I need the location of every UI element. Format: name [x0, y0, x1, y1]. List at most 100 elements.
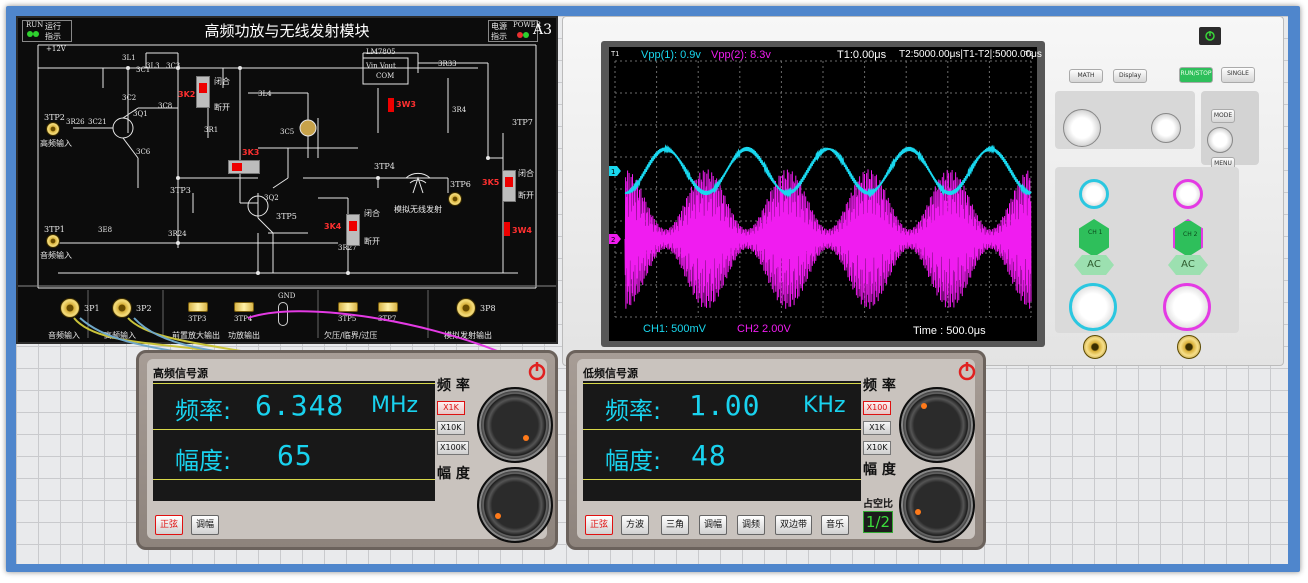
lf-sine-button[interactable]: 正弦 [585, 515, 614, 535]
mode-button[interactable]: MODE [1211, 109, 1235, 123]
math-button[interactable]: MATH [1069, 69, 1103, 83]
display-button[interactable]: Display [1113, 69, 1147, 83]
lf-duty-caption: 占空比 [863, 499, 893, 510]
trigger-level-knob[interactable] [1207, 127, 1233, 153]
component-label: 3C6 [136, 148, 151, 156]
component-label: 3Q2 [264, 194, 279, 202]
bottom-label: 欠压/临界/过压 [324, 331, 378, 340]
potentiometer-3w4[interactable] [504, 222, 510, 236]
tp-label: 3TP7 [512, 118, 533, 127]
ch2-scale-knob[interactable] [1163, 283, 1211, 331]
bottom-label: 前置放大输出 [172, 331, 220, 340]
component-label: 3Q1 [133, 110, 148, 118]
t2-readout: T2:5000.00μs|T1-T2|:5000.00μs [899, 49, 1042, 60]
component-label: 3L1 [122, 54, 136, 62]
ch1-bnc-connector[interactable] [1083, 335, 1107, 359]
scope-bezel: 12 Vpp(1): 0.9v Vpp(2): 8.3v T1:0.00μs T… [601, 41, 1045, 347]
component-label: 3C5 [280, 128, 295, 136]
power-icon [1205, 31, 1215, 41]
bottom-tp-label: 3TP3 [188, 315, 207, 323]
hf-generator-title: 高频信号源 [153, 367, 208, 380]
lf-fm-button[interactable]: 调频 [737, 515, 766, 535]
pad-3tp7[interactable] [378, 302, 398, 312]
potentiometer-3w3[interactable] [388, 98, 394, 112]
hf-am-button[interactable]: 调幅 [191, 515, 220, 535]
lf-display: 频率: 1.00 KHz 幅度: 48 [583, 381, 861, 501]
switch-3k3[interactable] [228, 160, 260, 174]
ch2-position-knob[interactable] [1173, 179, 1203, 209]
lf-amp-label: 幅度: [605, 447, 662, 475]
lf-duty-button[interactable]: 1/2 [863, 511, 893, 533]
pad-3tp5[interactable] [338, 302, 358, 312]
lf-multiplier-x10k[interactable]: X10K [863, 441, 891, 455]
regulator-com: COM [376, 72, 395, 80]
display-divider [583, 479, 861, 480]
hf-generator-face: 高频信号源 频率: 6.348 MHz 幅度: 65 频 率 幅 度 X1K X… [147, 359, 553, 543]
lf-multiplier-x100[interactable]: X100 [863, 401, 891, 415]
hf-power-icon[interactable] [527, 361, 547, 381]
ch2-vpp: Vpp(2): 8.3v [711, 49, 771, 61]
hf-sine-button[interactable]: 正弦 [155, 515, 184, 535]
lf-freq-value: 1.00 [689, 389, 761, 422]
close-label: 闭合 [518, 169, 534, 178]
lf-frequency-knob[interactable] [899, 387, 975, 463]
scope-screen: 12 Vpp(1): 0.9v Vpp(2): 8.3v T1:0.00μs T… [609, 47, 1042, 341]
jack-3p8[interactable] [456, 298, 476, 318]
jack-3p1[interactable] [60, 298, 80, 318]
power-button[interactable] [1199, 27, 1221, 45]
ch2-bnc-connector[interactable] [1177, 335, 1201, 359]
hf-display: 频率: 6.348 MHz 幅度: 65 [153, 381, 435, 501]
supply-label: +12V [46, 45, 66, 53]
hf-frequency-knob[interactable] [477, 387, 553, 463]
ch1-badge: CH 1 [1088, 229, 1103, 236]
t2-marker: T2 [1025, 51, 1034, 58]
bottom-tp-label: 3TP4 [234, 315, 253, 323]
pad-3tp3[interactable] [188, 302, 208, 312]
hf-multiplier-x10k[interactable]: X10K [437, 421, 465, 435]
hf-freq-label: 频率: [175, 397, 232, 425]
ch1-scale-knob[interactable] [1069, 283, 1117, 331]
switch-3k2[interactable] [196, 76, 210, 108]
display-divider [153, 479, 435, 480]
lf-triangle-button[interactable]: 三角 [661, 515, 690, 535]
lf-am-button[interactable]: 调幅 [699, 515, 728, 535]
run-stop-button[interactable]: RUN/STOP [1179, 67, 1213, 83]
jack-3p2[interactable] [112, 298, 132, 318]
lf-dsb-button[interactable]: 双边带 [775, 515, 813, 535]
lf-signal-generator: 低频信号源 频率: 1.00 KHz 幅度: 48 频 率 幅 度 占空比 X1… [566, 350, 986, 550]
switch-label: 3K4 [324, 222, 342, 231]
bottom-tp-label: 3TP7 [378, 315, 397, 323]
bottom-label: 功放输出 [228, 331, 260, 340]
antenna-jack[interactable] [448, 192, 462, 206]
ch1-coupling-button[interactable]: AC [1074, 255, 1114, 275]
bottom-tp-label: 3TP5 [338, 315, 357, 323]
hf-multiplier-x100k[interactable]: X100K [437, 441, 469, 455]
lf-multiplier-x1k[interactable]: X1K [863, 421, 891, 435]
lf-square-button[interactable]: 方波 [621, 515, 650, 535]
hf-amplitude-knob[interactable] [477, 467, 553, 543]
horizontal-scale-knob[interactable] [1151, 113, 1181, 143]
lf-music-button[interactable]: 音乐 [821, 515, 850, 535]
hf-freq-unit: MHz [371, 393, 419, 418]
hf-multiplier-x1k[interactable]: X1K [437, 401, 465, 415]
switch-label: 3K2 [178, 90, 196, 99]
switch-3k4[interactable] [346, 214, 360, 246]
horizontal-position-knob[interactable] [1063, 109, 1101, 147]
bottom-label: 音频输入 [48, 331, 80, 340]
ch1-position-knob[interactable] [1079, 179, 1109, 209]
trigger-panel [1201, 91, 1259, 165]
component-label: 3L3 [146, 62, 160, 70]
lf-power-icon[interactable] [957, 361, 977, 381]
switch-3k5[interactable] [502, 170, 516, 202]
input-jack-3p1[interactable] [46, 234, 60, 248]
switch-label: 3K3 [242, 148, 260, 157]
ch2-coupling-button[interactable]: AC [1168, 255, 1208, 275]
gnd-post[interactable] [278, 302, 288, 326]
tp-label: 3TP5 [276, 212, 297, 221]
pad-3tp4[interactable] [234, 302, 254, 312]
lf-amplitude-knob[interactable] [899, 467, 975, 543]
tp-label: 3TP6 [450, 180, 471, 189]
hf-amp-caption: 幅 度 [437, 466, 470, 482]
input-jack-3p2[interactable] [46, 122, 60, 136]
single-button[interactable]: SINGLE [1221, 67, 1255, 83]
